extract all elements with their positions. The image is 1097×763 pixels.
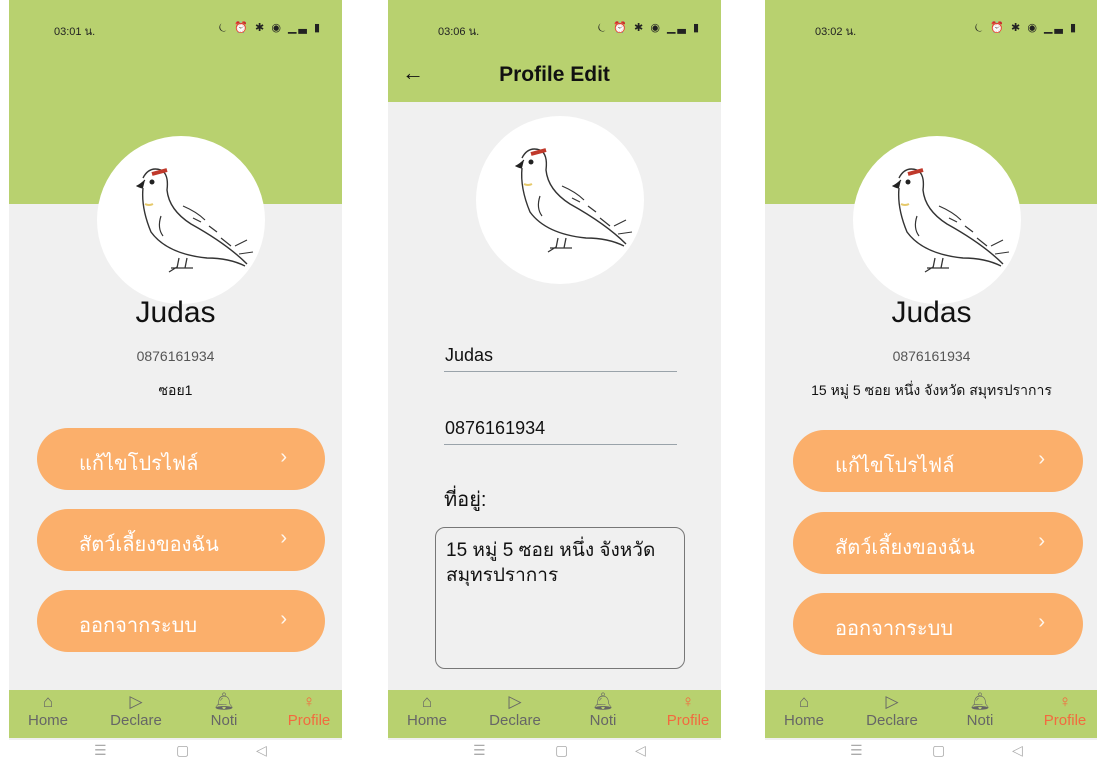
nav-profile[interactable]: ♀ Profile	[653, 692, 721, 729]
edit-profile-label: แก้ไขโปรไฟล์	[835, 455, 955, 477]
nav-profile-label: Profile	[666, 712, 710, 729]
person-icon: ♀	[302, 692, 316, 711]
nav-declare-label: Declare	[489, 712, 541, 729]
my-pets-label: สัตว์เลี้ยงของฉัน	[835, 537, 975, 559]
home-square-icon[interactable]: ▢	[176, 742, 189, 759]
nav-noti[interactable]: 🔔︎ Noti	[945, 692, 1015, 729]
bottom-nav: ⌂ Home ▷ Declare 🔔︎ Noti ♀ Profile	[388, 690, 721, 738]
nav-profile-label: Profile	[287, 712, 331, 729]
profile-edit-screen: 03:06 น. ⏾ ⏰ ✱ ◉ ▁▃ ▮ ← Profile Edit ที่…	[388, 0, 721, 763]
nav-profile[interactable]: ♀ Profile	[1030, 692, 1097, 729]
bottom-nav: ⌂ Home ▷ Declare 🔔︎ Noti ♀ Profile	[9, 690, 342, 738]
back-triangle-icon[interactable]: ◁	[256, 742, 267, 759]
chevron-right-icon: ›	[280, 446, 287, 468]
page-title: Profile Edit	[499, 63, 610, 86]
system-nav: ☰ ▢ ◁	[765, 740, 1097, 763]
status-icons: ⏾ ⏰ ✱ ◉ ▁▃ ▮	[974, 22, 1078, 34]
pigeon-icon	[135, 168, 254, 273]
person-icon: ♀	[681, 692, 695, 711]
nav-home[interactable]: ⌂ Home	[392, 692, 462, 729]
logout-label: ออกจากระบบ	[79, 615, 198, 637]
nav-declare-label: Declare	[866, 712, 918, 729]
pigeon-icon	[891, 168, 1010, 273]
user-name: Judas	[891, 296, 972, 329]
menu-icon[interactable]: ☰	[850, 742, 863, 759]
bell-icon: 🔔︎	[592, 692, 614, 711]
logout-button[interactable]: ออกจากระบบ ›	[37, 590, 325, 652]
nav-declare[interactable]: ▷ Declare	[101, 692, 171, 729]
nav-noti-label: Noti	[966, 712, 994, 729]
my-pets-button[interactable]: สัตว์เลี้ยงของฉัน ›	[793, 512, 1083, 574]
user-phone: 0876161934	[136, 348, 215, 364]
status-time: 03:02 น.	[815, 26, 857, 38]
nav-profile-label: Profile	[1043, 712, 1087, 729]
bell-icon: 🔔︎	[213, 692, 235, 711]
status-bar: 03:06 น. ⏾ ⏰ ✱ ◉ ▁▃ ▮	[388, 0, 721, 48]
user-name: Judas	[135, 296, 216, 329]
edit-profile-label: แก้ไขโปรไฟล์	[79, 453, 199, 475]
avatar[interactable]	[476, 116, 644, 284]
status-icons: ⏾ ⏰ ✱ ◉ ▁▃ ▮	[218, 22, 322, 34]
home-icon: ⌂	[421, 692, 433, 711]
user-phone: 0876161934	[892, 348, 971, 364]
nav-declare[interactable]: ▷ Declare	[480, 692, 550, 729]
system-nav: ☰ ▢ ◁	[388, 740, 721, 763]
home-icon: ⌂	[42, 692, 54, 711]
profile-screen-updated: 03:02 น. ⏾ ⏰ ✱ ◉ ▁▃ ▮ Judas 0876161934 1…	[765, 0, 1097, 763]
address-label: ที่อยู่:	[444, 489, 487, 511]
edit-profile-button[interactable]: แก้ไขโปรไฟล์ ›	[37, 428, 325, 490]
home-square-icon[interactable]: ▢	[555, 742, 568, 759]
profile-screen: 03:01 น. ⏾ ⏰ ✱ ◉ ▁▃ ▮ Judas 0876161934 ซ…	[9, 0, 342, 763]
home-icon: ⌂	[798, 692, 810, 711]
chevron-right-icon: ›	[1038, 611, 1045, 633]
status-bar: 03:01 น. ⏾ ⏰ ✱ ◉ ▁▃ ▮	[9, 0, 342, 48]
status-time: 03:06 น.	[438, 26, 480, 38]
user-address: 15 หมู่ 5 ซอย หนึ่ง จังหวัด สมุทรปราการ	[811, 382, 1052, 398]
avatar	[97, 136, 265, 304]
back-triangle-icon[interactable]: ◁	[635, 742, 646, 759]
nav-declare[interactable]: ▷ Declare	[857, 692, 927, 729]
nav-home-label: Home	[406, 712, 447, 729]
status-bar: 03:02 น. ⏾ ⏰ ✱ ◉ ▁▃ ▮	[765, 0, 1097, 48]
nav-noti-label: Noti	[210, 712, 238, 729]
nav-home-label: Home	[783, 712, 824, 729]
avatar	[853, 136, 1021, 304]
nav-home[interactable]: ⌂ Home	[13, 692, 83, 729]
user-address: ซอย1	[158, 382, 193, 398]
bell-icon: 🔔︎	[969, 692, 991, 711]
nav-noti[interactable]: 🔔︎ Noti	[189, 692, 259, 729]
chevron-right-icon: ›	[1038, 530, 1045, 552]
my-pets-label: สัตว์เลี้ยงของฉัน	[79, 534, 219, 556]
megaphone-icon: ▷	[129, 692, 143, 711]
chevron-right-icon: ›	[280, 608, 287, 630]
edit-profile-button[interactable]: แก้ไขโปรไฟล์ ›	[793, 430, 1083, 492]
nav-home-label: Home	[27, 712, 68, 729]
status-icons: ⏾ ⏰ ✱ ◉ ▁▃ ▮	[597, 22, 701, 34]
nav-noti-label: Noti	[589, 712, 617, 729]
nav-home[interactable]: ⌂ Home	[769, 692, 839, 729]
phone-field[interactable]	[444, 412, 677, 445]
name-field[interactable]	[444, 339, 677, 372]
menu-icon[interactable]: ☰	[473, 742, 486, 759]
nav-profile[interactable]: ♀ Profile	[274, 692, 342, 729]
bottom-nav: ⌂ Home ▷ Declare 🔔︎ Noti ♀ Profile	[765, 690, 1097, 738]
status-time: 03:01 น.	[54, 26, 96, 38]
megaphone-icon: ▷	[885, 692, 899, 711]
chevron-right-icon: ›	[280, 527, 287, 549]
logout-button[interactable]: ออกจากระบบ ›	[793, 593, 1083, 655]
address-textarea[interactable]: 15 หมู่ 5 ซอย หนึ่ง จังหวัด สมุทรปราการ	[435, 527, 685, 669]
pigeon-icon	[514, 148, 633, 253]
back-triangle-icon[interactable]: ◁	[1012, 742, 1023, 759]
logout-label: ออกจากระบบ	[835, 618, 954, 640]
menu-icon[interactable]: ☰	[94, 742, 107, 759]
nav-declare-label: Declare	[110, 712, 162, 729]
megaphone-icon: ▷	[508, 692, 522, 711]
system-nav: ☰ ▢ ◁	[9, 740, 342, 763]
nav-noti[interactable]: 🔔︎ Noti	[568, 692, 638, 729]
home-square-icon[interactable]: ▢	[932, 742, 945, 759]
my-pets-button[interactable]: สัตว์เลี้ยงของฉัน ›	[37, 509, 325, 571]
chevron-right-icon: ›	[1038, 448, 1045, 470]
person-icon: ♀	[1058, 692, 1072, 711]
